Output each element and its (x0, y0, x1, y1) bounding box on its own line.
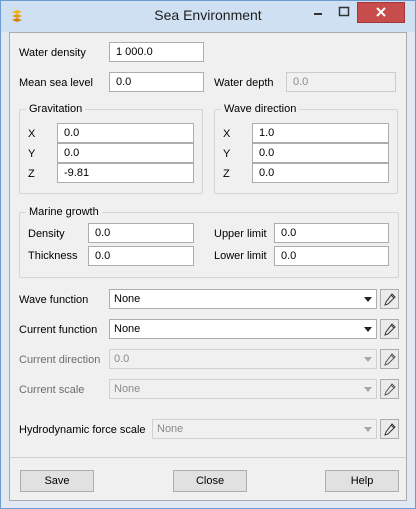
minimize-button[interactable] (305, 2, 331, 21)
wave-direction-x-field[interactable]: 1.0 (252, 123, 389, 143)
mean-sea-level-label: Mean sea level (19, 77, 93, 89)
wave-direction-x-label: X (223, 128, 231, 140)
gravitation-z-field[interactable]: -9.81 (57, 163, 194, 183)
hydrodynamic-force-scale-value: None (157, 423, 184, 435)
mean-sea-level-field[interactable]: 0.0 (109, 72, 204, 92)
current-direction-value: 0.0 (114, 353, 130, 365)
upper-limit-label: Upper limit (214, 228, 267, 240)
water-depth-field: 0.0 (286, 72, 396, 92)
water-density-label: Water density (19, 47, 86, 59)
current-scale-value: None (114, 383, 141, 395)
wave-direction-z-field[interactable]: 0.0 (252, 163, 389, 183)
marine-growth-group: Marine growth (19, 206, 399, 278)
dialog-body: Water density 1 000.0 Mean sea level 0.0… (9, 32, 407, 501)
pencil-icon (384, 353, 396, 366)
marine-growth-title: Marine growth (26, 206, 102, 219)
current-function-select[interactable]: None (109, 319, 377, 339)
thickness-field[interactable]: 0.0 (88, 246, 194, 266)
gravitation-y-field[interactable]: 0.0 (57, 143, 194, 163)
wave-direction-title: Wave direction (221, 103, 300, 116)
wave-direction-z-label: Z (223, 168, 230, 180)
button-separator (10, 457, 406, 458)
close-icon (376, 7, 386, 17)
wave-function-select[interactable]: None (109, 289, 377, 309)
chevron-down-icon (364, 297, 372, 302)
lower-limit-field[interactable]: 0.0 (274, 246, 389, 266)
current-function-value: None (114, 323, 141, 335)
hydrodynamic-force-scale-select: None (152, 419, 377, 439)
hydrodynamic-force-scale-label: Hydrodynamic force scale (19, 424, 146, 436)
current-direction-label: Current direction (19, 354, 101, 366)
wave-direction-y-label: Y (223, 148, 231, 160)
wave-function-value: None (114, 293, 141, 305)
water-density-field[interactable]: 1 000.0 (109, 42, 204, 62)
chevron-down-icon (364, 427, 372, 432)
current-scale-select: None (109, 379, 377, 399)
chevron-down-icon (364, 387, 372, 392)
density-field[interactable]: 0.0 (88, 223, 194, 243)
save-button[interactable]: Save (20, 470, 94, 492)
chevron-down-icon (364, 327, 372, 332)
wave-function-edit-button[interactable] (380, 289, 399, 309)
current-scale-label: Current scale (19, 384, 85, 396)
title-bar[interactable]: Sea Environment (1, 1, 415, 32)
pencil-icon (384, 323, 396, 336)
hydrodynamic-force-scale-edit-button[interactable] (380, 419, 399, 439)
pencil-icon (384, 383, 396, 396)
gravitation-z-label: Z (28, 168, 35, 180)
maximize-button[interactable] (331, 2, 357, 21)
gravitation-title: Gravitation (26, 103, 86, 116)
upper-limit-field[interactable]: 0.0 (274, 223, 389, 243)
maximize-icon (338, 6, 350, 17)
wave-function-label: Wave function (19, 294, 89, 306)
current-direction-edit-button[interactable] (380, 349, 399, 369)
current-scale-edit-button[interactable] (380, 379, 399, 399)
pencil-icon (384, 293, 396, 306)
current-function-edit-button[interactable] (380, 319, 399, 339)
chevron-down-icon (364, 357, 372, 362)
close-button[interactable]: Close (173, 470, 247, 492)
gravitation-x-label: X (28, 128, 36, 140)
thickness-label: Thickness (28, 250, 78, 262)
density-label: Density (28, 228, 65, 240)
water-depth-label: Water depth (214, 77, 274, 89)
current-function-label: Current function (19, 324, 98, 336)
current-direction-select: 0.0 (109, 349, 377, 369)
close-window-button[interactable] (357, 2, 405, 23)
lower-limit-label: Lower limit (214, 250, 267, 262)
sea-environment-window: Sea Environment Water density 1 000.0 Me… (0, 0, 416, 509)
gravitation-x-field[interactable]: 0.0 (57, 123, 194, 143)
pencil-icon (384, 423, 396, 436)
wave-direction-y-field[interactable]: 0.0 (252, 143, 389, 163)
help-button[interactable]: Help (325, 470, 399, 492)
gravitation-y-label: Y (28, 148, 36, 160)
minimize-icon (314, 13, 322, 15)
